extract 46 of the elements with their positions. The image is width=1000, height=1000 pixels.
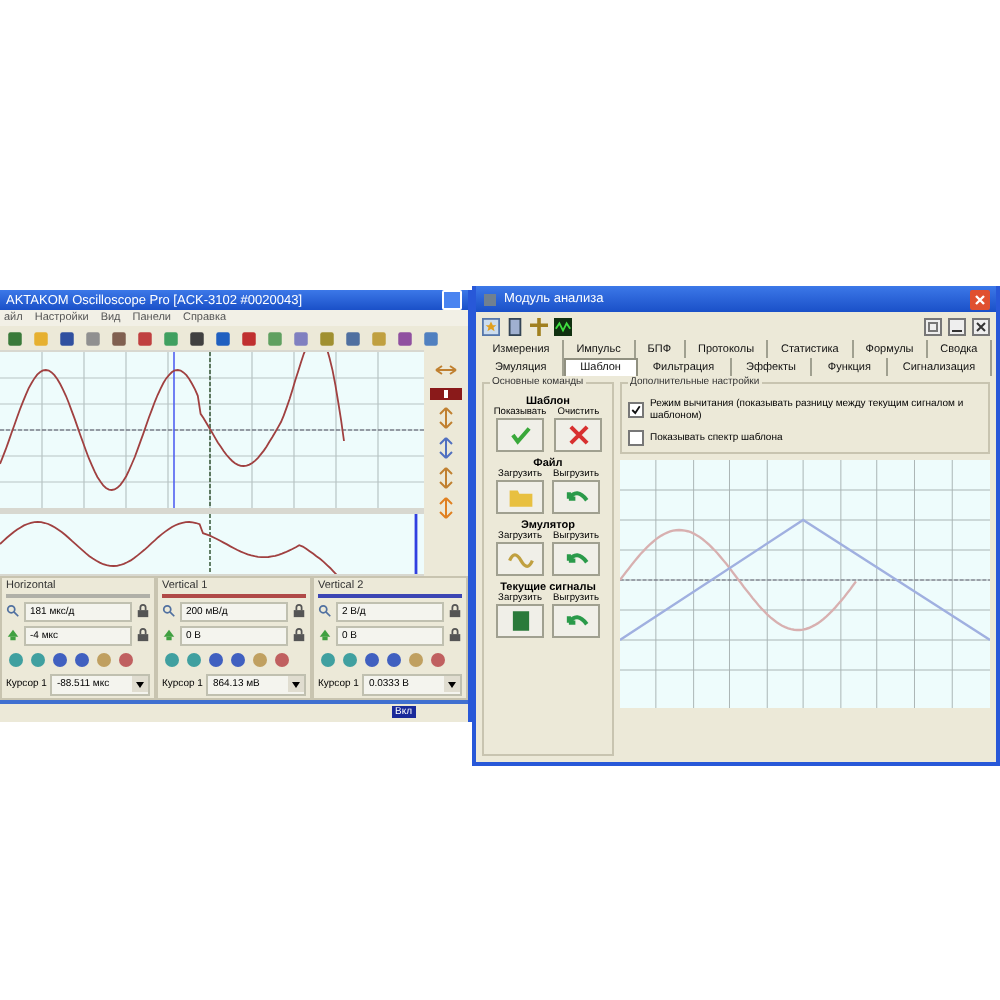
lock-icon[interactable] bbox=[448, 604, 462, 619]
toolbar-icon[interactable] bbox=[362, 649, 382, 670]
channel-marker-icon bbox=[430, 387, 462, 400]
arrow-icon bbox=[162, 628, 176, 643]
caret-icon[interactable] bbox=[132, 676, 148, 693]
chip-icon bbox=[507, 608, 533, 634]
check-icon bbox=[507, 422, 533, 448]
arrow-icon[interactable] bbox=[434, 435, 458, 460]
undo-button[interactable] bbox=[552, 542, 600, 576]
waveform-icon[interactable] bbox=[554, 317, 572, 335]
checkbox[interactable] bbox=[628, 430, 644, 446]
chip-button[interactable] bbox=[496, 604, 544, 638]
undo-button[interactable] bbox=[552, 480, 600, 514]
arrow-icon bbox=[318, 628, 332, 643]
arrow-icon[interactable] bbox=[434, 495, 458, 520]
search-icon bbox=[318, 604, 332, 619]
cross-button[interactable] bbox=[554, 418, 603, 452]
star-icon[interactable] bbox=[482, 317, 500, 335]
lock-icon[interactable] bbox=[136, 604, 150, 619]
lock-icon[interactable] bbox=[292, 628, 306, 643]
search-icon bbox=[162, 604, 176, 619]
lock-icon[interactable] bbox=[448, 628, 462, 643]
toolbar-icon[interactable] bbox=[384, 649, 404, 670]
search-icon bbox=[6, 604, 20, 619]
toolbar-icon[interactable] bbox=[72, 649, 92, 670]
toolbar-icon[interactable] bbox=[50, 649, 70, 670]
cross-icon bbox=[565, 422, 592, 448]
lock-icon[interactable] bbox=[136, 628, 150, 643]
undo-button[interactable] bbox=[552, 604, 600, 638]
toolbar-icon[interactable] bbox=[206, 649, 226, 670]
lock-icon[interactable] bbox=[292, 604, 306, 619]
arrow-icon[interactable] bbox=[434, 405, 458, 430]
panel-icon[interactable] bbox=[506, 317, 524, 335]
arrow-icon bbox=[6, 628, 20, 643]
caret-icon[interactable] bbox=[288, 676, 304, 693]
restore-button[interactable] bbox=[924, 317, 942, 335]
app-icon bbox=[482, 291, 498, 307]
folder-button[interactable] bbox=[496, 480, 544, 514]
caret-icon[interactable] bbox=[444, 676, 460, 693]
arrow-icon[interactable] bbox=[434, 465, 458, 490]
checkbox[interactable] bbox=[628, 402, 644, 418]
check-button[interactable] bbox=[496, 418, 544, 452]
close-button[interactable] bbox=[972, 317, 990, 335]
minimize-button[interactable] bbox=[948, 317, 966, 335]
toolbar-icon[interactable] bbox=[228, 649, 248, 670]
wave-button[interactable] bbox=[496, 542, 544, 576]
